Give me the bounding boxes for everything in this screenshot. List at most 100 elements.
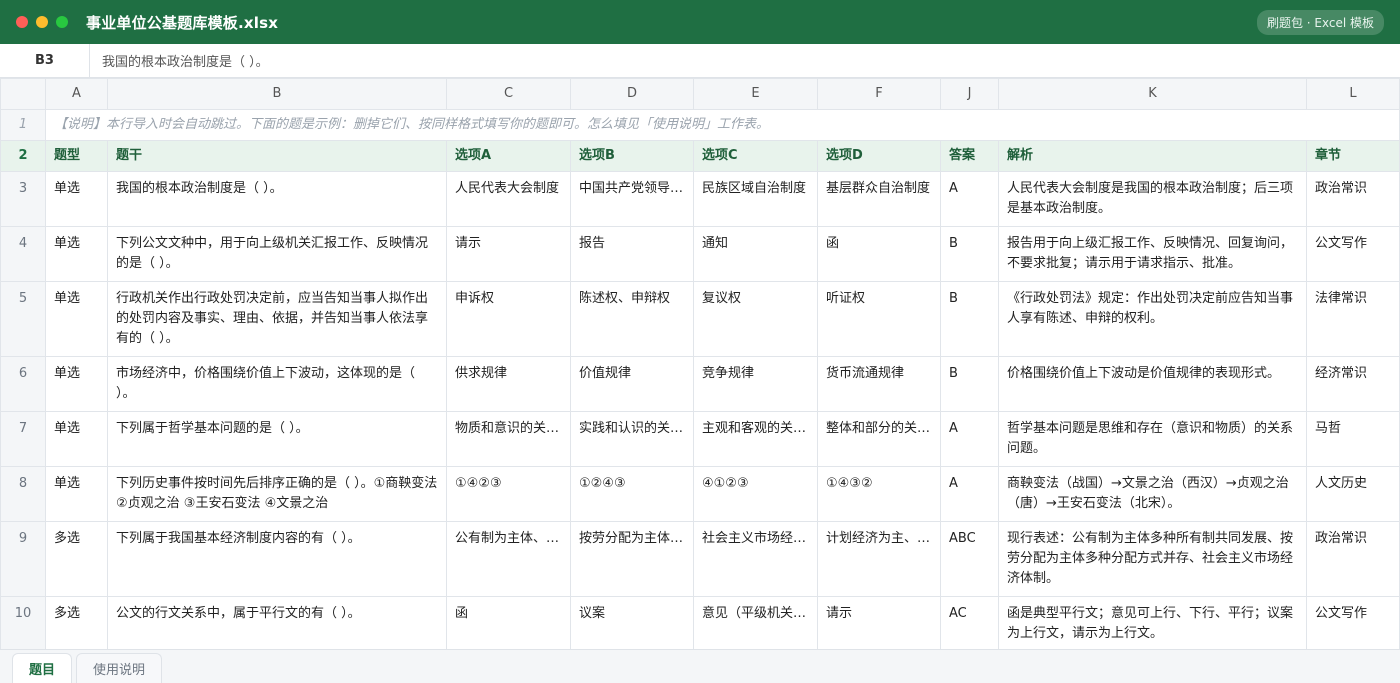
table-cell[interactable]: 函是典型平行文；意见可上行、下行、平行；议案为上行文，请示为上行文。 — [998, 596, 1307, 649]
header-cell[interactable]: 题型 — [45, 140, 108, 172]
table-cell[interactable]: 哲学基本问题是思维和存在（意识和物质）的关系问题。 — [998, 411, 1307, 467]
table-cell[interactable]: 主观和客观的关… — [693, 411, 818, 467]
header-cell[interactable]: 解析 — [998, 140, 1307, 172]
table-cell[interactable]: 公有制为主体、… — [446, 521, 571, 597]
column-header[interactable]: D — [570, 78, 694, 110]
table-cell[interactable]: 单选 — [45, 466, 108, 522]
column-header[interactable]: J — [940, 78, 999, 110]
table-cell[interactable]: 请示 — [446, 226, 571, 282]
table-cell[interactable]: ①④③② — [817, 466, 941, 522]
row-number[interactable]: 8 — [0, 466, 46, 522]
table-cell[interactable]: 行政机关作出行政处罚决定前，应当告知当事人拟作出的处罚内容及事实、理由、依据，并… — [107, 281, 447, 357]
row-number[interactable]: 6 — [0, 356, 46, 412]
sheet-tab-questions[interactable]: 题目 — [12, 653, 73, 683]
table-cell[interactable]: 马哲 — [1306, 411, 1400, 467]
row-number[interactable]: 9 — [0, 521, 46, 597]
table-cell[interactable]: 意见（平级机关… — [693, 596, 818, 649]
select-all-corner[interactable] — [0, 78, 46, 110]
table-cell[interactable]: 政治常识 — [1306, 521, 1400, 597]
table-cell[interactable]: 按劳分配为主体… — [570, 521, 694, 597]
table-cell[interactable]: 物质和意识的关… — [446, 411, 571, 467]
table-cell[interactable]: 单选 — [45, 356, 108, 412]
table-cell[interactable]: 经济常识 — [1306, 356, 1400, 412]
header-cell[interactable]: 选项D — [817, 140, 941, 172]
table-cell[interactable]: 函 — [817, 226, 941, 282]
header-cell[interactable]: 选项A — [446, 140, 571, 172]
row-number[interactable]: 1 — [0, 109, 46, 141]
table-cell[interactable]: 下列历史事件按时间先后排序正确的是（ ）。①商鞅变法 ②贞观之治 ③王安石变法 … — [107, 466, 447, 522]
table-cell[interactable]: A — [940, 171, 999, 227]
maximize-window-button[interactable] — [56, 16, 68, 28]
table-cell[interactable]: 《行政处罚法》规定：作出处罚决定前应告知当事人享有陈述、申辩的权利。 — [998, 281, 1307, 357]
table-cell[interactable]: 复议权 — [693, 281, 818, 357]
table-cell[interactable]: 竞争规律 — [693, 356, 818, 412]
column-header[interactable]: K — [998, 78, 1307, 110]
table-cell[interactable]: 商鞅变法（战国）→文景之治（西汉）→贞观之治（唐）→王安石变法（北宋）。 — [998, 466, 1307, 522]
table-cell[interactable]: 单选 — [45, 171, 108, 227]
row-number[interactable]: 3 — [0, 171, 46, 227]
table-cell[interactable]: 公文写作 — [1306, 596, 1400, 649]
table-cell[interactable]: 价值规律 — [570, 356, 694, 412]
column-header[interactable]: C — [446, 78, 571, 110]
table-cell[interactable]: 人民代表大会制度是我国的根本政治制度；后三项是基本政治制度。 — [998, 171, 1307, 227]
table-cell[interactable]: 听证权 — [817, 281, 941, 357]
table-cell[interactable]: 下列属于哲学基本问题的是（ ）。 — [107, 411, 447, 467]
table-cell[interactable]: 基层群众自治制度 — [817, 171, 941, 227]
table-cell[interactable]: A — [940, 466, 999, 522]
table-cell[interactable]: B — [940, 356, 999, 412]
table-cell[interactable]: 中国共产党领导… — [570, 171, 694, 227]
table-cell[interactable]: 价格围绕价值上下波动是价值规律的表现形式。 — [998, 356, 1307, 412]
table-cell[interactable]: 单选 — [45, 281, 108, 357]
table-cell[interactable]: 实践和认识的关… — [570, 411, 694, 467]
table-cell[interactable]: A — [940, 411, 999, 467]
table-cell[interactable]: ①④②③ — [446, 466, 571, 522]
table-cell[interactable]: 单选 — [45, 226, 108, 282]
header-cell[interactable]: 答案 — [940, 140, 999, 172]
table-cell[interactable]: 公文的行文关系中，属于平行文的有（ ）。 — [107, 596, 447, 649]
column-header[interactable]: B — [107, 78, 447, 110]
column-header[interactable]: F — [817, 78, 941, 110]
table-cell[interactable]: 社会主义市场经… — [693, 521, 818, 597]
row-number[interactable]: 2 — [0, 140, 46, 172]
table-cell[interactable]: 议案 — [570, 596, 694, 649]
table-cell[interactable]: 多选 — [45, 521, 108, 597]
table-cell[interactable]: ①②④③ — [570, 466, 694, 522]
table-cell[interactable]: AC — [940, 596, 999, 649]
row-number[interactable]: 4 — [0, 226, 46, 282]
table-cell[interactable]: 整体和部分的关… — [817, 411, 941, 467]
table-cell[interactable]: ABC — [940, 521, 999, 597]
header-cell[interactable]: 选项B — [570, 140, 694, 172]
minimize-window-button[interactable] — [36, 16, 48, 28]
table-cell[interactable]: 民族区域自治制度 — [693, 171, 818, 227]
cell-reference-box[interactable]: B3 — [0, 44, 90, 77]
table-cell[interactable]: B — [940, 226, 999, 282]
column-header[interactable]: A — [45, 78, 108, 110]
header-cell[interactable]: 选项C — [693, 140, 818, 172]
table-cell[interactable]: 函 — [446, 596, 571, 649]
table-cell[interactable]: 供求规律 — [446, 356, 571, 412]
table-cell[interactable]: 市场经济中，价格围绕价值上下波动，这体现的是（ ）。 — [107, 356, 447, 412]
formula-input[interactable]: 我国的根本政治制度是（ ）。 — [90, 51, 269, 70]
table-cell[interactable]: 多选 — [45, 596, 108, 649]
table-cell[interactable]: 请示 — [817, 596, 941, 649]
column-header[interactable]: E — [693, 78, 818, 110]
table-cell[interactable]: 下列属于我国基本经济制度内容的有（ ）。 — [107, 521, 447, 597]
close-window-button[interactable] — [16, 16, 28, 28]
table-cell[interactable]: 计划经济为主、… — [817, 521, 941, 597]
table-cell[interactable]: 报告用于向上级汇报工作、反映情况、回复询问，不要求批复；请示用于请求指示、批准。 — [998, 226, 1307, 282]
table-cell[interactable]: 现行表述：公有制为主体多种所有制共同发展、按劳分配为主体多种分配方式并存、社会主… — [998, 521, 1307, 597]
table-cell[interactable]: 我国的根本政治制度是（ ）。 — [107, 171, 447, 227]
table-cell[interactable]: 报告 — [570, 226, 694, 282]
table-cell[interactable]: 单选 — [45, 411, 108, 467]
table-cell[interactable]: 申诉权 — [446, 281, 571, 357]
header-cell[interactable]: 题干 — [107, 140, 447, 172]
table-cell[interactable]: B — [940, 281, 999, 357]
table-cell[interactable]: 法律常识 — [1306, 281, 1400, 357]
column-header[interactable]: L — [1306, 78, 1400, 110]
row-number[interactable]: 10 — [0, 596, 46, 649]
note-cell[interactable]: 【说明】本行导入时会自动跳过。下面的题是示例：删掉它们、按同样格式填写你的题即可… — [45, 109, 1400, 141]
table-cell[interactable]: 政治常识 — [1306, 171, 1400, 227]
table-cell[interactable]: 公文写作 — [1306, 226, 1400, 282]
row-number[interactable]: 7 — [0, 411, 46, 467]
header-cell[interactable]: 章节 — [1306, 140, 1400, 172]
